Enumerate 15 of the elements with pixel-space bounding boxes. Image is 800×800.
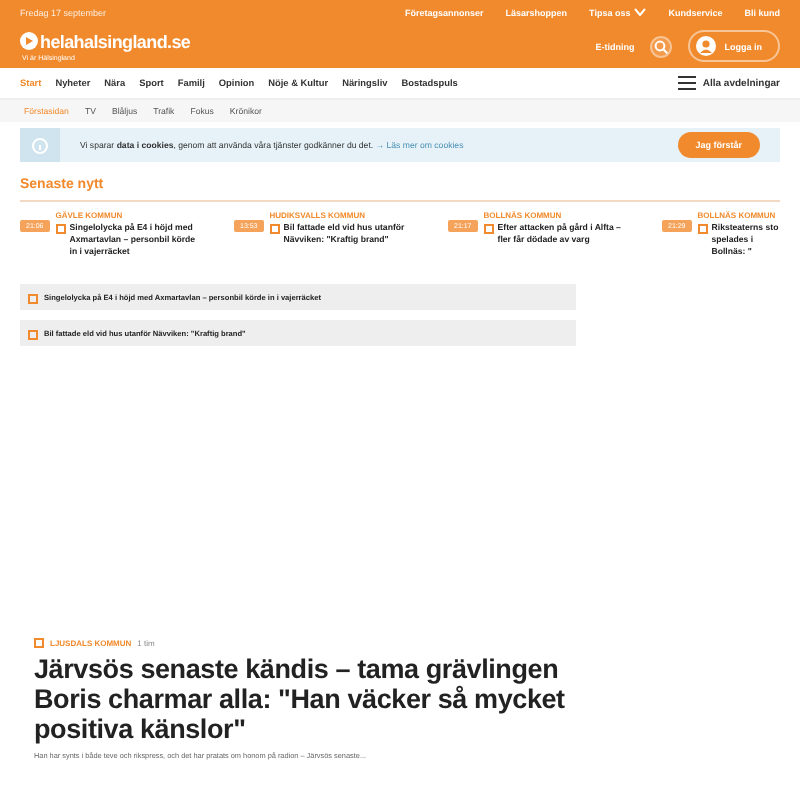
bullet-icon [269, 224, 280, 234]
bullet-icon [28, 293, 38, 303]
search-button[interactable] [650, 35, 673, 57]
bullet-icon [483, 224, 494, 234]
bullet-icon [34, 638, 44, 648]
bullet-icon [697, 224, 708, 234]
bullet-icon [28, 329, 38, 339]
bullet-icon [55, 224, 66, 234]
logo-text: helahalsingland.se [40, 31, 191, 51]
logo-icon [20, 32, 38, 50]
search-icon [654, 39, 669, 53]
info-icon [32, 137, 48, 153]
user-icon [696, 36, 717, 56]
menu-icon [678, 76, 697, 90]
article-headline[interactable]: Järvsös senaste kändis – tama grävlingen Boris charmar alla: "Han väcker så mycket positiva känslor" [20, 648, 586, 744]
